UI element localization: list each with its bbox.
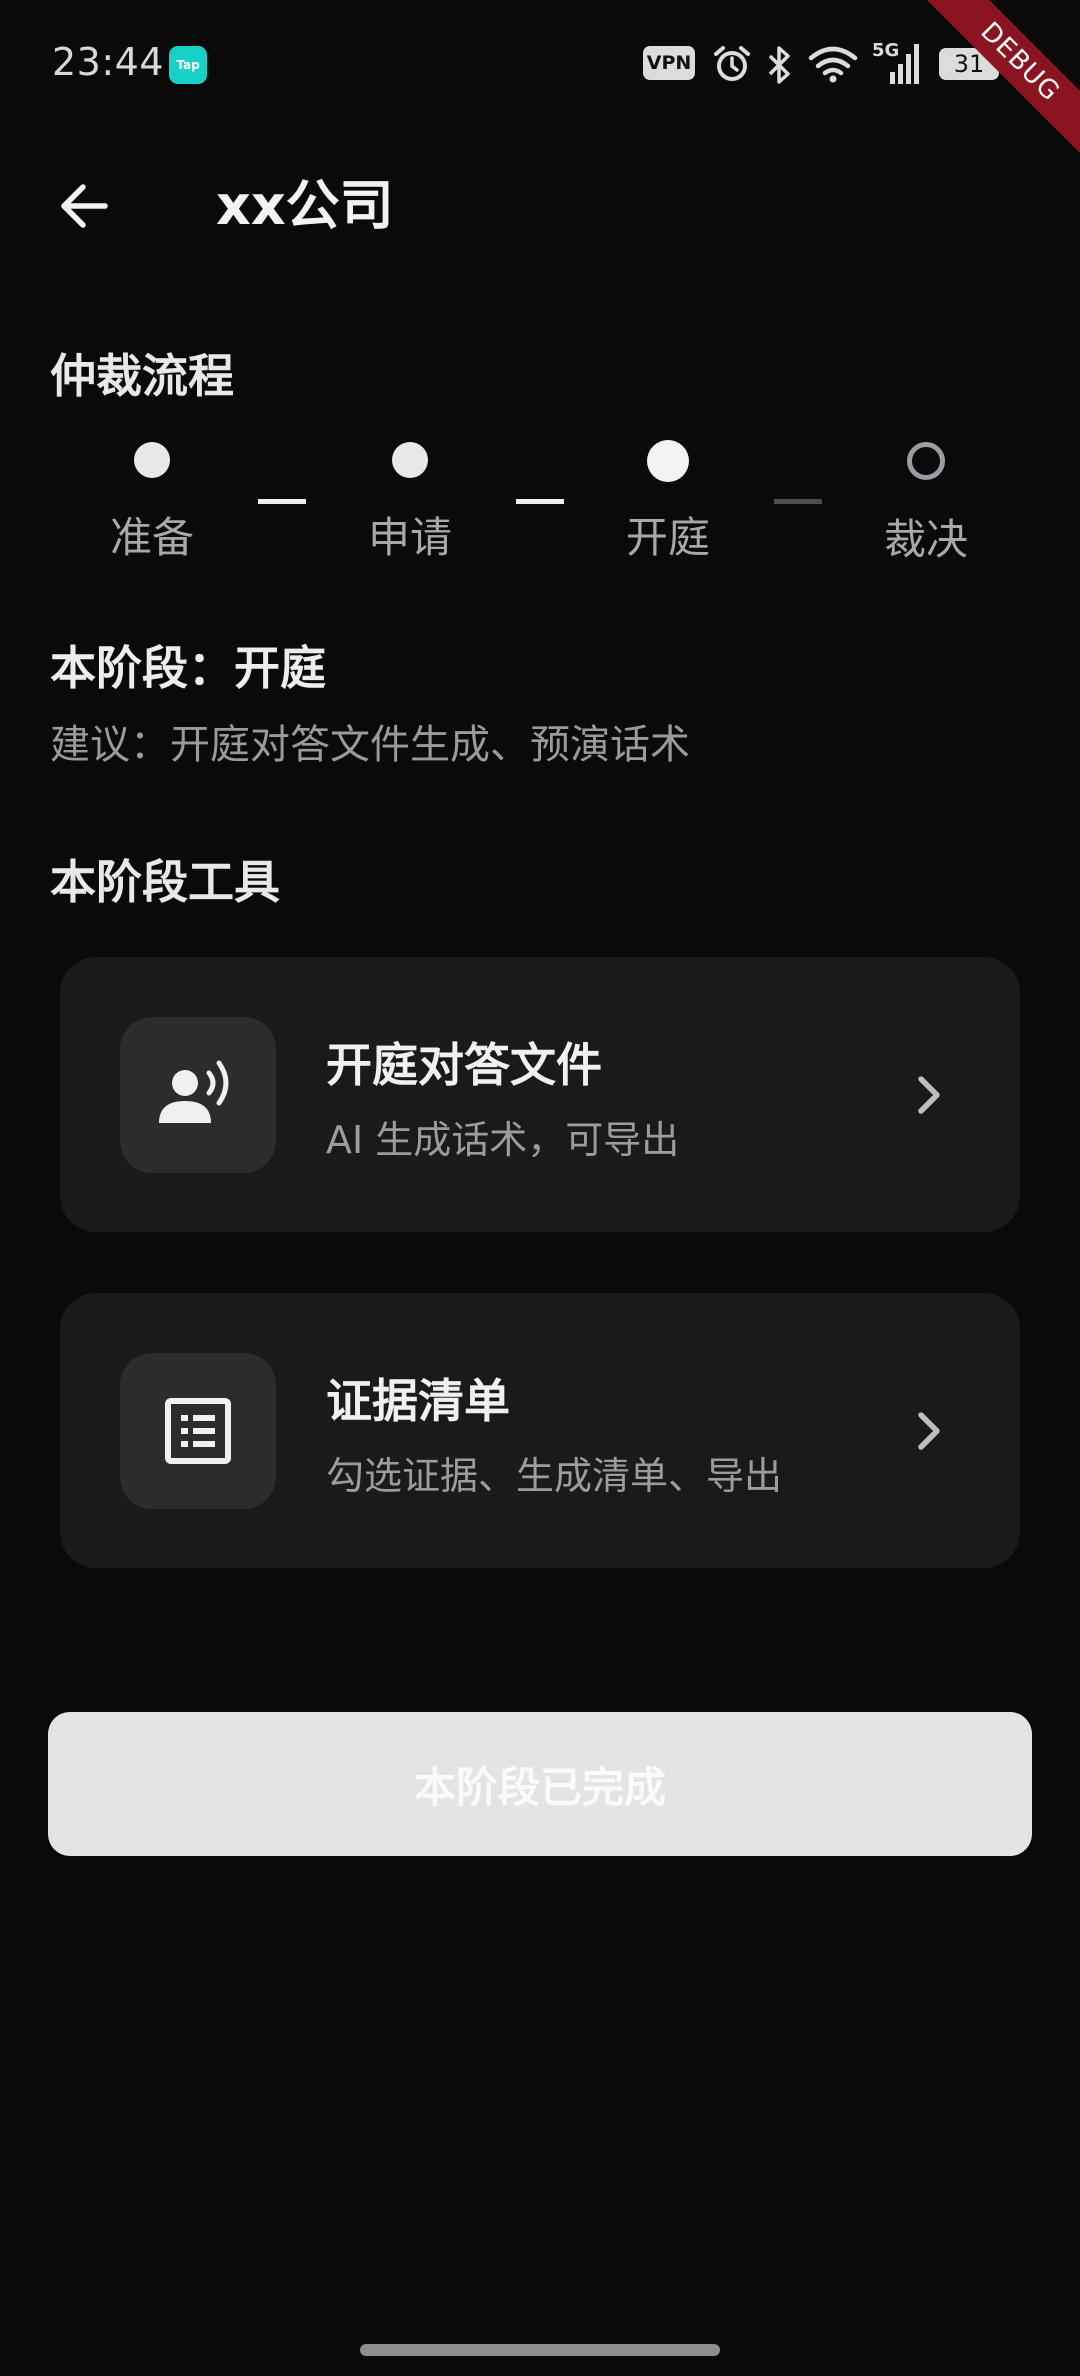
tool-title: 证据清单: [326, 1374, 510, 1428]
step-done-dot: [134, 442, 170, 478]
status-time: 23:44: [52, 40, 165, 84]
stage-label: 本阶段：开庭: [50, 641, 326, 695]
tool-subtitle: AI 生成话术，可导出: [326, 1118, 680, 1162]
tool-card-evidence-list[interactable]: 证据清单 勾选证据、生成清单、导出: [60, 1293, 1020, 1568]
step-hearing: 开庭: [588, 440, 748, 565]
tool-title: 开庭对答文件: [326, 1038, 602, 1092]
arbitration-process-screen: 23:44 Tap VPN 5G 31 DEBUG xx公司 仲裁流程 准备 申…: [0, 0, 1080, 2376]
bluetooth-icon: [768, 46, 790, 84]
step-prepare: 准备: [72, 442, 232, 565]
step-label: 裁决: [883, 515, 968, 564]
stage-suggestion: 建议：开庭对答文件生成、预演话术: [50, 722, 690, 768]
tap-app-icon: Tap: [169, 46, 207, 84]
process-title: 仲裁流程: [50, 349, 234, 403]
person-speaking-icon: [159, 1060, 229, 1123]
chevron-right-icon: [910, 1067, 950, 1123]
arrow-left-icon: [61, 184, 108, 228]
step-label: 申请: [367, 513, 452, 562]
step-pending-dot: [907, 442, 945, 480]
stage-complete-button[interactable]: 本阶段已完成: [48, 1712, 1032, 1856]
signal-5g-icon: 5G: [872, 40, 922, 86]
chevron-right-icon: [910, 1403, 950, 1459]
step-apply: 申请: [330, 442, 490, 565]
battery-level: 31: [953, 50, 985, 78]
step-connector: [774, 499, 822, 504]
vpn-icon: VPN: [643, 46, 695, 80]
page-title: xx公司: [216, 174, 394, 237]
tool-card-hearing-qa[interactable]: 开庭对答文件 AI 生成话术，可导出: [60, 957, 1020, 1232]
step-done-dot: [392, 442, 428, 478]
tools-title: 本阶段工具: [50, 855, 280, 909]
step-ruling: 裁决: [846, 442, 1006, 567]
tool-subtitle: 勾选证据、生成清单、导出: [326, 1454, 783, 1498]
home-indicator[interactable]: [360, 2344, 720, 2356]
step-label: 开庭: [625, 513, 710, 562]
tool-icon-box: [120, 1353, 276, 1509]
debug-banner: DEBUG: [912, 0, 1080, 170]
back-button[interactable]: [48, 170, 120, 242]
step-connector: [258, 499, 306, 504]
wifi-icon: [808, 46, 858, 83]
list-document-icon: [165, 1398, 231, 1464]
step-label: 准备: [109, 513, 194, 562]
tool-icon-box: [120, 1017, 276, 1173]
step-connector: [516, 499, 564, 504]
alarm-icon: [714, 46, 750, 81]
step-current-dot: [647, 440, 689, 482]
